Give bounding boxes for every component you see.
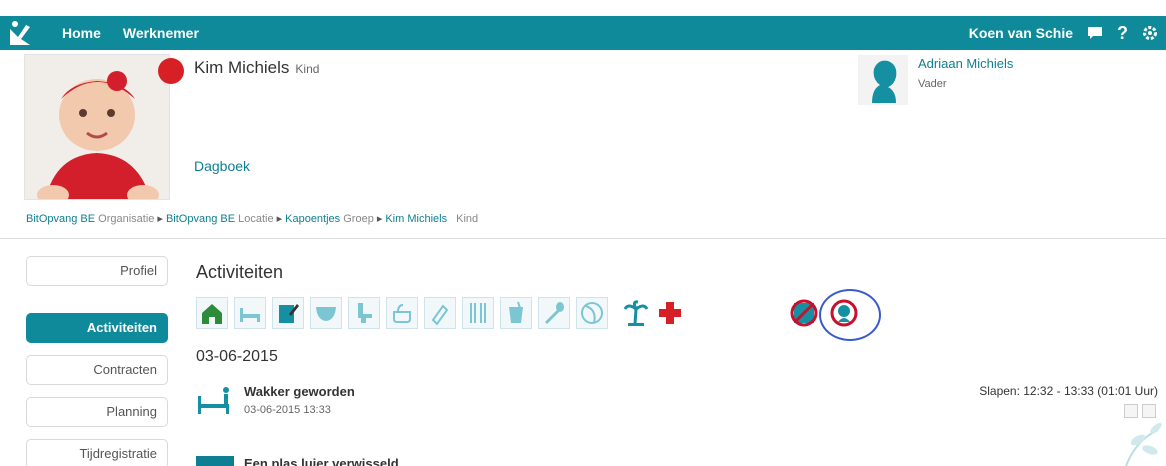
status-dot <box>158 58 184 84</box>
nav-right-group: Koen van Schie ? <box>969 16 1158 50</box>
help-icon[interactable]: ? <box>1117 23 1128 43</box>
breadcrumb: BitOpvang BE Organisatie ▸ BitOpvang BE Lo… <box>26 212 478 225</box>
logo-icon[interactable] <box>0 16 40 50</box>
user-name-link[interactable]: Koen van Schie <box>969 25 1073 41</box>
spoon-icon[interactable] <box>538 297 570 329</box>
diary-link[interactable]: Dagboek <box>194 158 250 174</box>
page-title: Kim Michiels Kind <box>194 58 319 78</box>
sidebar-item-activiteiten[interactable]: Activiteiten <box>26 313 168 343</box>
leaf-decoration <box>1066 410 1166 466</box>
entry-title: Wakker geworden <box>244 384 355 399</box>
breadcrumb-separator: ▸ <box>157 213 163 225</box>
divider <box>0 238 1166 239</box>
breadcrumb-child-kind: Kind <box>456 213 479 225</box>
cutlery-icon[interactable] <box>462 297 494 329</box>
breadcrumb-organisation-kind: Organisatie <box>98 213 155 225</box>
child-role: Kind <box>295 62 320 76</box>
drink-icon[interactable] <box>500 297 532 329</box>
sidebar-item-planning[interactable]: Planning <box>26 397 168 427</box>
sidebar-item-profiel[interactable]: Profiel <box>26 256 168 286</box>
sidebar-item-tijdregistratie[interactable]: Tijdregistratie <box>26 439 168 466</box>
entry-title: Een plas luier verwisseld <box>244 456 399 466</box>
bottle-icon[interactable] <box>424 297 456 329</box>
entry-summary: Slapen: 12:32 - 13:33 (01:01 Uur) <box>979 384 1158 398</box>
top-area: Home Werknemer Koen van Schie ? <box>0 0 1166 54</box>
diaper-icon[interactable] <box>310 297 342 329</box>
sidebar-item-contracten[interactable]: Contracten <box>26 355 168 385</box>
date-heading: 03-06-2015 <box>196 348 278 365</box>
breadcrumb-organisation-link[interactable]: BitOpvang BE <box>26 213 95 225</box>
diaper-entry-icon <box>196 456 234 466</box>
top-navigation: Home Werknemer Koen van Schie ? <box>0 16 1166 50</box>
chat-icon[interactable] <box>1087 23 1103 43</box>
ball-icon[interactable] <box>576 297 608 329</box>
child-avatar <box>24 54 170 200</box>
parent-name-link[interactable]: Adriaan Michiels <box>918 56 1013 71</box>
bath-icon[interactable] <box>386 297 418 329</box>
breadcrumb-group-link[interactable]: Kapoentjes <box>285 213 340 225</box>
child-name: Kim Michiels <box>194 58 290 77</box>
breadcrumb-location-kind: Locatie <box>238 213 274 225</box>
notepad-icon[interactable] <box>272 297 304 329</box>
breadcrumb-group-kind: Groep <box>343 213 374 225</box>
bed-icon[interactable] <box>234 297 266 329</box>
palm-tree-icon[interactable] <box>620 297 652 329</box>
home-icon[interactable] <box>196 297 228 329</box>
red-cross-icon[interactable] <box>654 297 686 329</box>
breadcrumb-location-link[interactable]: BitOpvang BE <box>166 213 235 225</box>
breadcrumb-separator: ▸ <box>376 213 383 225</box>
breadcrumb-separator: ▸ <box>276 213 283 225</box>
parent-avatar-icon[interactable] <box>858 55 908 105</box>
gear-icon[interactable] <box>1142 23 1158 43</box>
nav-home-link[interactable]: Home <box>62 25 101 41</box>
potty-icon[interactable] <box>348 297 380 329</box>
selection-highlight <box>819 289 881 341</box>
nav-werknemer-link[interactable]: Werknemer <box>123 25 199 41</box>
breadcrumb-child-link[interactable]: Kim Michiels <box>385 213 447 225</box>
not-allowed-icon[interactable] <box>788 297 820 329</box>
parent-role: Vader <box>918 78 947 90</box>
section-title: Activiteiten <box>196 262 284 282</box>
entry-time: 03-06-2015 13:33 <box>244 404 331 416</box>
sleep-icon <box>196 386 234 416</box>
